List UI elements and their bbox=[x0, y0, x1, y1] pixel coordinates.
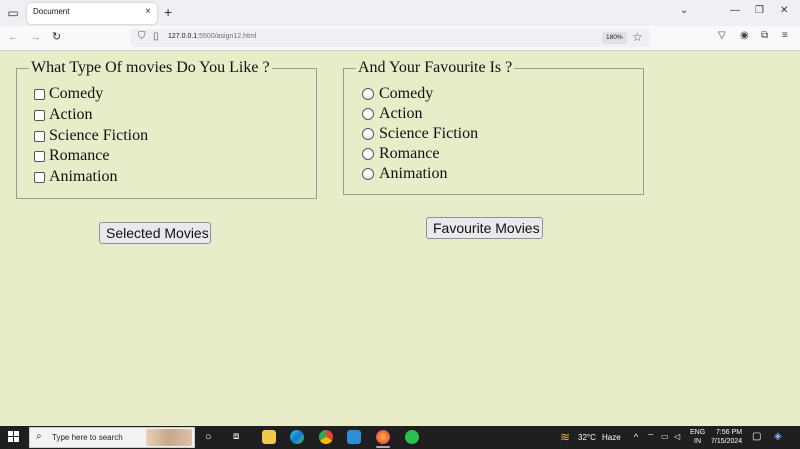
movie-type-legend: What Type Of movies Do You Like ? bbox=[31, 59, 270, 76]
search-placeholder: Type here to search bbox=[52, 433, 123, 442]
clock-time[interactable]: 7:56 PM bbox=[716, 429, 742, 436]
back-icon[interactable]: ← bbox=[8, 30, 19, 44]
weather-haze-icon[interactable]: ≋ bbox=[560, 430, 570, 444]
url-text[interactable]: 127.0.0.1:5500/asign12.html bbox=[168, 33, 256, 40]
radio-option[interactable]: Science Fiction bbox=[362, 124, 478, 144]
checkbox-romance[interactable] bbox=[34, 150, 45, 162]
account-icon[interactable]: ◉ bbox=[740, 30, 749, 41]
new-tab-button[interactable]: + bbox=[164, 4, 172, 20]
cortana-icon[interactable]: ○ bbox=[205, 431, 212, 443]
radio-romance[interactable] bbox=[362, 148, 374, 160]
selected-movies-button[interactable]: Selected Movies bbox=[99, 222, 211, 244]
copilot-icon[interactable]: ◈ bbox=[774, 431, 782, 442]
radio-label: Romance bbox=[379, 145, 440, 162]
edge-icon[interactable] bbox=[290, 430, 304, 444]
extensions-icon[interactable]: ⧉ bbox=[761, 30, 768, 41]
radio-option[interactable]: Action bbox=[362, 104, 423, 124]
file-explorer-icon[interactable] bbox=[262, 430, 276, 444]
chevron-up-icon[interactable]: ^ bbox=[634, 432, 638, 442]
windows-taskbar: ⌕ Type here to search ○ ⧈ ≋ 32°C Haze ^ … bbox=[0, 426, 800, 449]
firefox-active-indicator bbox=[376, 446, 390, 448]
zoom-level[interactable]: 180% bbox=[602, 32, 627, 44]
network-icon[interactable]: ⌔ bbox=[647, 432, 655, 442]
firefox-icon[interactable] bbox=[376, 430, 390, 444]
minimize-icon[interactable]: — bbox=[730, 5, 740, 16]
search-icon: ⌕ bbox=[36, 431, 42, 442]
checkbox-animation[interactable] bbox=[34, 171, 45, 183]
radio-option[interactable]: Comedy bbox=[362, 84, 433, 104]
language-bottom[interactable]: IN bbox=[694, 438, 701, 445]
radio-science-fiction[interactable] bbox=[362, 128, 374, 140]
chrome-icon[interactable] bbox=[319, 430, 333, 444]
radio-label: Action bbox=[379, 105, 423, 122]
navigation-bar: ← → ↻ ⛉ ▯ 127.0.0.1:5500/asign12.html 18… bbox=[0, 26, 800, 51]
radio-label: Comedy bbox=[379, 85, 434, 102]
notification-icon[interactable]: ▢ bbox=[752, 431, 761, 442]
tab-title: Document bbox=[33, 7, 70, 16]
url-host: 127.0.0.1 bbox=[168, 33, 198, 40]
close-window-icon[interactable]: ✕ bbox=[780, 5, 788, 16]
checkbox-option[interactable]: Action bbox=[34, 105, 93, 125]
language-top[interactable]: ENG bbox=[690, 429, 705, 436]
battery-icon[interactable]: ▭ bbox=[661, 432, 669, 441]
task-view-icon[interactable]: ⧈ bbox=[233, 431, 239, 442]
pocket-icon[interactable]: ▽ bbox=[718, 30, 726, 41]
checkbox-label: Comedy bbox=[49, 85, 104, 102]
url-path: :5500/asign12.html bbox=[197, 33, 257, 40]
page-icon[interactable]: ▯ bbox=[153, 31, 159, 42]
clock-date[interactable]: 7/15/2024 bbox=[711, 438, 742, 445]
menu-icon[interactable]: ≡ bbox=[782, 30, 788, 41]
checkbox-label: Action bbox=[49, 106, 93, 123]
page-content: What Type Of movies Do You Like ? Comedy… bbox=[0, 51, 800, 426]
bookmark-star-icon[interactable]: ☆ bbox=[632, 30, 643, 44]
radio-label: Animation bbox=[379, 165, 448, 182]
chevron-down-icon[interactable]: ⌄ bbox=[680, 5, 688, 16]
radio-action[interactable] bbox=[362, 108, 374, 120]
tab-list-icon[interactable]: ▭ bbox=[6, 6, 20, 20]
checkbox-label: Romance bbox=[49, 147, 110, 164]
checkbox-option[interactable]: Science Fiction bbox=[34, 126, 148, 146]
temperature[interactable]: 32°C bbox=[578, 433, 596, 442]
checkbox-option[interactable]: Romance bbox=[34, 146, 109, 166]
shield-icon[interactable]: ⛉ bbox=[138, 31, 146, 42]
checkbox-action[interactable] bbox=[34, 109, 45, 121]
url-bar[interactable]: ⛉ ▯ 127.0.0.1:5500/asign12.html 180% ☆ bbox=[130, 29, 650, 47]
tab-bar: ▭ Document × + ⌄ — ❐ ✕ bbox=[0, 0, 800, 26]
radio-option[interactable]: Animation bbox=[362, 164, 447, 184]
radio-animation[interactable] bbox=[362, 168, 374, 180]
radio-option[interactable]: Romance bbox=[362, 144, 439, 164]
radio-label: Science Fiction bbox=[379, 125, 479, 142]
tab-document[interactable]: Document × bbox=[27, 3, 157, 24]
taskbar-search[interactable]: ⌕ Type here to search bbox=[29, 427, 195, 448]
radio-comedy[interactable] bbox=[362, 88, 374, 100]
restore-icon[interactable]: ❐ bbox=[755, 5, 764, 16]
checkbox-science-fiction[interactable] bbox=[34, 130, 45, 142]
weather-text[interactable]: Haze bbox=[602, 433, 621, 442]
vscode-icon[interactable] bbox=[347, 430, 361, 444]
checkbox-option[interactable]: Animation bbox=[34, 167, 117, 187]
windows-start-icon[interactable] bbox=[8, 431, 20, 443]
checkbox-label: Animation bbox=[49, 168, 118, 185]
volume-icon[interactable]: ◁ bbox=[674, 432, 680, 441]
checkbox-option[interactable]: Comedy bbox=[34, 84, 103, 104]
checkbox-label: Science Fiction bbox=[49, 127, 149, 144]
checkbox-comedy[interactable] bbox=[34, 88, 45, 100]
close-tab-icon[interactable]: × bbox=[145, 6, 151, 17]
forward-icon[interactable]: → bbox=[30, 30, 41, 44]
reload-icon[interactable]: ↻ bbox=[52, 30, 61, 44]
search-highlight-image bbox=[146, 429, 192, 446]
favourite-legend: And Your Favourite Is ? bbox=[358, 59, 513, 76]
favourite-movies-button[interactable]: Favourite Movies bbox=[426, 217, 543, 239]
whatsapp-icon[interactable] bbox=[405, 430, 419, 444]
